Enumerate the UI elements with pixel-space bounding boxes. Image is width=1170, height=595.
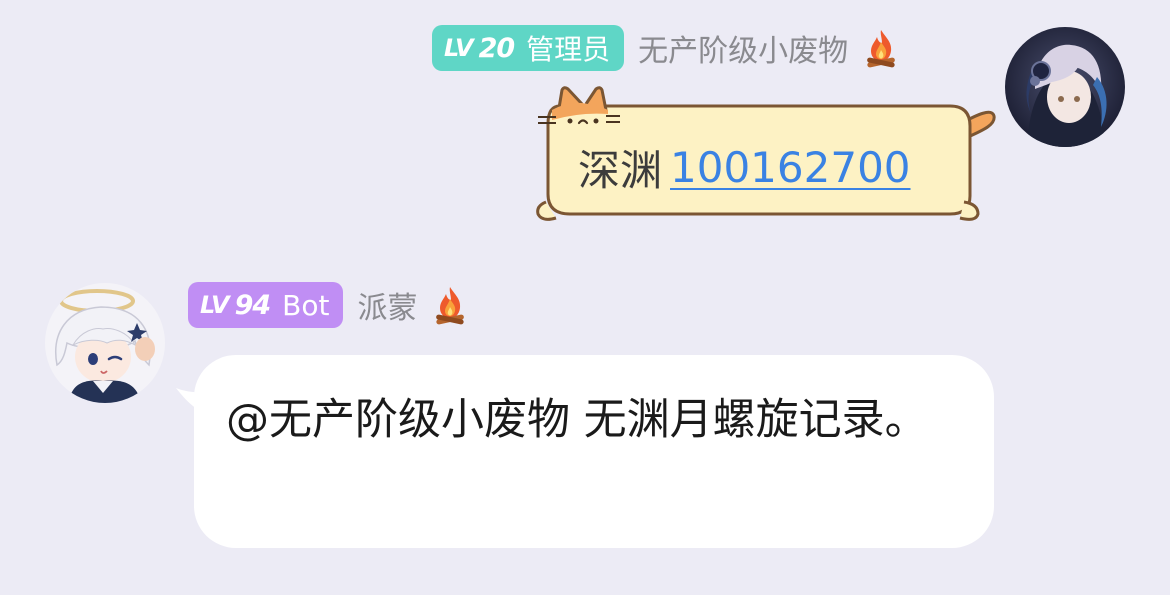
level-number: 20 bbox=[478, 32, 516, 64]
level-number: 94 bbox=[234, 289, 272, 321]
role-label: Bot bbox=[282, 288, 330, 322]
avatar-admin[interactable] bbox=[1005, 27, 1125, 147]
message-text-bot: @无产阶级小废物 无渊月螺旋记录。 bbox=[226, 395, 928, 445]
flame-icon bbox=[436, 287, 465, 325]
sender-name[interactable]: 无产阶级小废物 bbox=[638, 26, 848, 70]
avatar-bot[interactable] bbox=[45, 283, 165, 403]
flame-icon bbox=[867, 30, 896, 68]
sender-header-admin: LV 20 管理员 无产阶级小废物 bbox=[432, 25, 898, 71]
sender-header-bot: LV 94 Bot 派蒙 bbox=[188, 282, 467, 328]
level-prefix: LV bbox=[444, 34, 474, 62]
uid-link[interactable]: 100162700 bbox=[670, 143, 911, 192]
sender-name[interactable]: 派蒙 bbox=[357, 283, 417, 327]
message-body: 深渊 bbox=[578, 145, 663, 195]
level-badge-admin: LV 20 管理员 bbox=[432, 25, 625, 71]
role-label: 管理员 bbox=[526, 33, 611, 66]
message-text-admin: 深渊 100162700 bbox=[578, 137, 911, 197]
level-badge-bot: LV 94 Bot bbox=[188, 282, 344, 328]
level-prefix: LV bbox=[200, 291, 230, 319]
